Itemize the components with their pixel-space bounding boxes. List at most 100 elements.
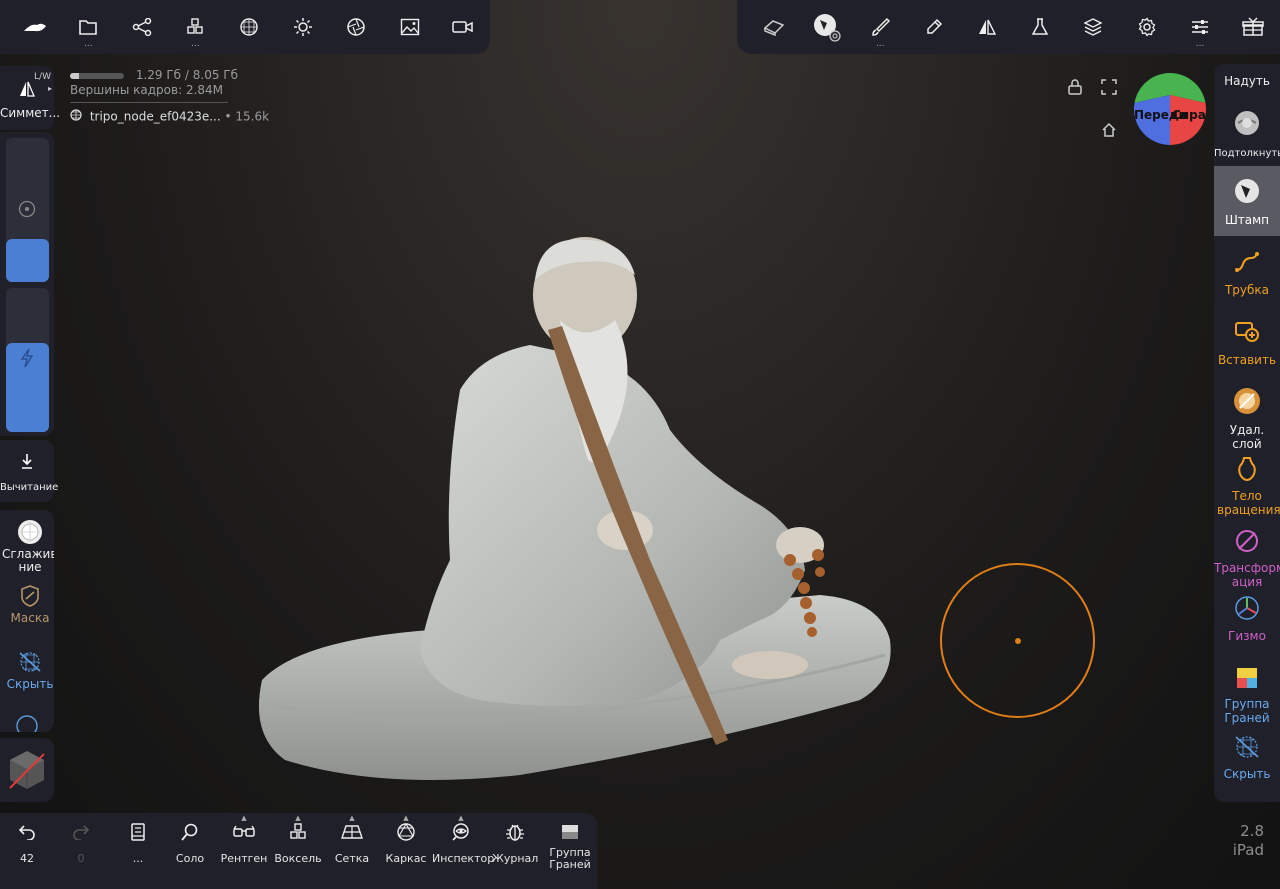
- hide-tool[interactable]: Скрыть: [0, 650, 54, 691]
- grid-button[interactable]: ▲ Сетка: [330, 814, 374, 865]
- undo-icon: [18, 824, 36, 843]
- tool-inflate[interactable]: Надуть: [1214, 74, 1280, 88]
- sculpt-model[interactable]: [0, 0, 1280, 889]
- gizmo-partial-icon: [14, 712, 40, 732]
- arrow-down-icon: [19, 452, 35, 470]
- files-button[interactable]: ...: [62, 0, 116, 54]
- undo-count: 42: [20, 852, 34, 865]
- lathe-label: Тело вращения: [1217, 489, 1280, 517]
- intensity-slider[interactable]: [6, 288, 49, 432]
- tool-stamp[interactable]: Штамп: [1214, 166, 1280, 236]
- hide-icon: [1233, 734, 1261, 763]
- xray-glasses-icon: [233, 824, 255, 843]
- lock-icon[interactable]: [1067, 78, 1083, 96]
- symmetry-icon: [18, 80, 36, 98]
- history-menu-button[interactable]: ...: [120, 821, 156, 865]
- solo-label: Соло: [175, 852, 205, 865]
- active-object[interactable]: tripo_node_ef0423e... • 15.6k: [70, 109, 310, 124]
- mask-tool[interactable]: Маска: [0, 584, 54, 625]
- voxel-button[interactable]: ▲ Воксель: [274, 814, 322, 865]
- lighting-button[interactable]: [276, 0, 330, 54]
- facegroup-icon: [1235, 666, 1259, 693]
- scene-button[interactable]: [115, 0, 169, 54]
- facegroup-view-label: Группа Граней: [549, 846, 591, 871]
- tool-transform[interactable]: Трансформ ация: [1214, 528, 1280, 589]
- record-button[interactable]: [437, 0, 491, 54]
- radius-slider[interactable]: [6, 138, 49, 282]
- home-icon[interactable]: [1101, 122, 1117, 138]
- app-menu-button[interactable]: [8, 0, 62, 54]
- adjust-button[interactable]: ...: [1173, 0, 1226, 54]
- gift-icon: [1242, 17, 1265, 37]
- nudge-label: Подтолкнуть: [1214, 148, 1280, 159]
- mesh-icon: [70, 109, 82, 125]
- no-material-cube-icon: [6, 748, 48, 792]
- caret-up-icon: ▲: [241, 814, 247, 822]
- undo-button[interactable]: 42: [8, 821, 46, 865]
- symmetry-button[interactable]: [960, 0, 1013, 54]
- top-left-toolbar: ... ...: [0, 0, 490, 54]
- tool-facegroup[interactable]: Группа Граней: [1214, 666, 1280, 725]
- insert-label: Вставить: [1217, 353, 1277, 367]
- device-name: iPad: [1232, 841, 1264, 859]
- redo-button[interactable]: 0: [62, 821, 100, 865]
- brush-cursor: [940, 563, 1095, 718]
- facegroup-view-button[interactable]: Группа Граней: [546, 821, 594, 871]
- subtract-toggle[interactable]: Вычитание: [0, 440, 58, 502]
- delete-layer-label: Удал. слой: [1229, 423, 1265, 451]
- tool-gizmo[interactable]: Гизмо: [1214, 594, 1280, 643]
- tool-lathe[interactable]: Тело вращения: [1214, 456, 1280, 517]
- layers-button[interactable]: [1067, 0, 1120, 54]
- memory-bar: [70, 72, 124, 79]
- alpha-button[interactable]: [747, 0, 800, 54]
- right-tools-panel: Надуть Подтолкнуть Штамп Трубка Вставить…: [1214, 64, 1280, 802]
- tool-nudge[interactable]: Подтолкнуть: [1214, 108, 1280, 161]
- background-button[interactable]: [383, 0, 437, 54]
- chevron-right-icon: ▸: [47, 84, 52, 93]
- material-button[interactable]: [800, 0, 853, 54]
- smooth-brush-icon: [0, 518, 54, 546]
- tool-delete-layer[interactable]: Удал. слой: [1214, 386, 1280, 451]
- tool-tube[interactable]: Трубка: [1214, 248, 1280, 297]
- settings-button[interactable]: [1120, 0, 1173, 54]
- image-icon: [400, 18, 420, 36]
- fullscreen-icon[interactable]: [1101, 79, 1117, 95]
- solo-button[interactable]: Соло: [170, 821, 210, 865]
- vertices-label: Вершины кадров:: [70, 83, 183, 97]
- tools-button[interactable]: ...: [169, 0, 223, 54]
- voxel-label: Воксель: [274, 852, 322, 865]
- material-preview[interactable]: [0, 738, 54, 802]
- aperture-icon: [346, 17, 366, 37]
- symmetry-panel[interactable]: L/W ▸ Симмет...: [0, 66, 60, 130]
- inspector-button[interactable]: ▲ Инспектор: [432, 814, 494, 865]
- lightning-icon: [19, 348, 35, 368]
- stamp-label: Штамп: [1224, 213, 1270, 227]
- object-vertex-count: • 15.6k: [224, 109, 270, 124]
- delete-layer-icon: [1232, 386, 1262, 419]
- view-cube[interactable]: Переди Справ: [1134, 73, 1206, 145]
- version-number: 2.8: [1240, 822, 1264, 840]
- nudge-icon: [1232, 108, 1262, 141]
- picker-button[interactable]: [907, 0, 960, 54]
- tool-hide[interactable]: Скрыть: [1214, 734, 1280, 781]
- caret-up-icon: ▲: [349, 814, 355, 822]
- xray-button[interactable]: ▲ Рентген: [220, 814, 268, 865]
- hide-tool-label: Скрыть: [1223, 767, 1271, 781]
- gift-button[interactable]: [1227, 0, 1280, 54]
- experimental-button[interactable]: [1013, 0, 1066, 54]
- paint-button[interactable]: ...: [854, 0, 907, 54]
- wireframe-button[interactable]: ▲ Каркас: [384, 814, 428, 865]
- tube-label: Трубка: [1224, 283, 1270, 297]
- insert-icon: [1233, 318, 1261, 349]
- journal-button[interactable]: Журнал: [492, 821, 538, 865]
- smooth-tool[interactable]: Сглажива ние: [0, 518, 54, 574]
- redo-count: 0: [77, 852, 85, 865]
- topology-button[interactable]: [222, 0, 276, 54]
- flask-icon: [1030, 17, 1050, 37]
- bottom-toolbar: 42 0 ... Соло ▲ Рентген ▲ Воксель ▲ Сетк…: [0, 813, 597, 889]
- stamp-icon: [1232, 176, 1262, 209]
- hide-mesh-icon: [0, 650, 54, 674]
- tool-insert[interactable]: Вставить: [1214, 318, 1280, 367]
- smooth-label: Сглажива ние: [2, 547, 54, 574]
- camera-settings-button[interactable]: [329, 0, 383, 54]
